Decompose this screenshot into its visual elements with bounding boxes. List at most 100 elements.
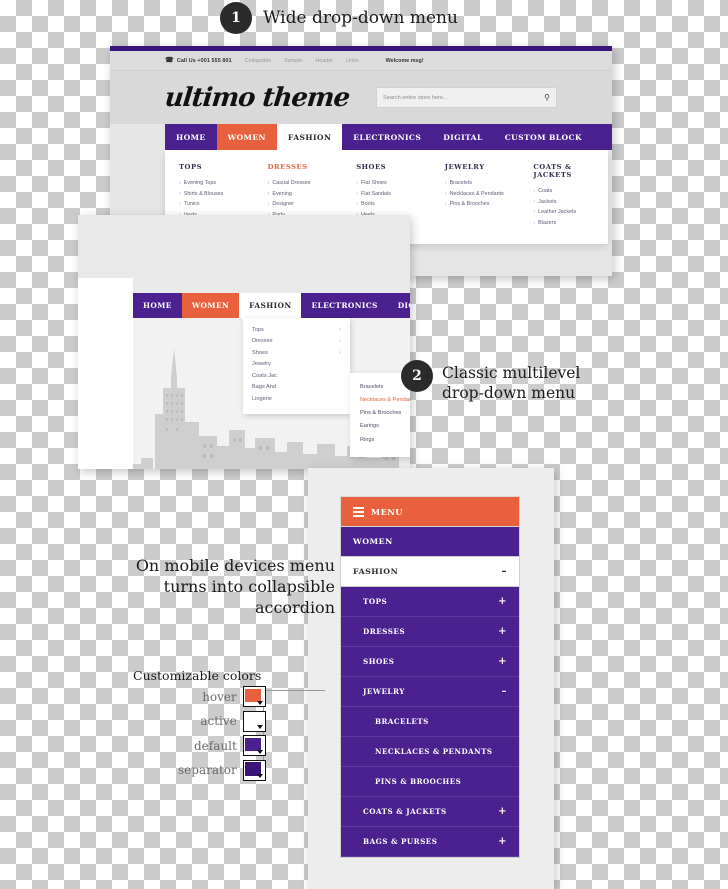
- expand-sign: +: [498, 655, 507, 667]
- submenu-item-earings[interactable]: Earings: [350, 420, 410, 433]
- list-item[interactable]: Leather Jackets: [533, 207, 608, 218]
- telephone-icon: ☎: [165, 57, 174, 64]
- mega-column-title[interactable]: JEWELRY: [445, 163, 520, 171]
- swatch-connector-arm: [263, 690, 325, 691]
- chevron-right-icon: ›: [339, 349, 341, 356]
- menu-item-shoes[interactable]: Shoes ›: [243, 348, 350, 359]
- nav-item-digital[interactable]: DIGITAL: [388, 293, 410, 318]
- list-item[interactable]: Blazers: [533, 218, 608, 229]
- accordion-label: TOPS: [363, 597, 388, 606]
- nav-item-fashion[interactable]: FASHION: [276, 124, 343, 150]
- list-item[interactable]: Designer: [268, 199, 343, 210]
- accordion-item-women[interactable]: WOMEN: [340, 527, 520, 557]
- list-item[interactable]: Flat Sandals: [356, 189, 431, 200]
- mega-column-title[interactable]: COATS & JACKETS: [533, 163, 608, 179]
- expand-sign: +: [498, 835, 507, 847]
- accordion-item-pins-brooches[interactable]: PINS & BROOCHES: [341, 767, 519, 797]
- callout-label-2: Classic multilevel drop-down menu: [442, 364, 581, 402]
- menu-item-jewelry[interactable]: Jewelry: [243, 359, 350, 370]
- accordion-label: FASHION: [353, 567, 399, 576]
- menu-item-label: Coats Jac: [252, 372, 277, 379]
- accordion-label: NECKLACES & PENDANTS: [375, 747, 493, 756]
- nav-item-women[interactable]: WOMEN: [216, 124, 277, 150]
- search-input[interactable]: Search entire store here... ⚲: [376, 87, 557, 108]
- mega-column-jewelry: JEWELRY Bracelets Necklaces & Pendants P…: [431, 163, 520, 228]
- swatch-picker-separator[interactable]: [242, 759, 266, 781]
- menu-item-label: Lingerie: [252, 395, 272, 402]
- topbar-link-sample[interactable]: Sample: [284, 58, 302, 64]
- chevron-right-icon: ›: [339, 338, 341, 345]
- accordion-label: BAGS & PURSES: [363, 837, 438, 846]
- menu-button-content: MENU: [353, 506, 403, 517]
- swatch-label-hover: hover: [202, 689, 237, 704]
- accordion-item-bracelets[interactable]: BRACELETS: [341, 707, 519, 737]
- multilevel-dropdown-screenshot: HOME WOMEN FASHION ELECTRONICS DIGITAL T…: [78, 215, 410, 469]
- accordion-label: SHOES: [363, 657, 395, 666]
- mega-column-title[interactable]: SHOES: [356, 163, 431, 171]
- accordion-item-dresses[interactable]: DRESSES +: [341, 617, 519, 647]
- menu-item-label: Tops: [252, 327, 264, 333]
- menu-item-lingerie[interactable]: Lingerie: [243, 394, 350, 405]
- menu-item-coats-jackets[interactable]: Coats Jac: [243, 371, 350, 382]
- mega-column-title[interactable]: TOPS: [179, 163, 254, 171]
- expand-sign: +: [498, 805, 507, 817]
- mobile-menu-button[interactable]: MENU: [340, 496, 520, 527]
- list-item[interactable]: Boots: [356, 199, 431, 210]
- swatch-picker-hover[interactable]: [242, 686, 266, 707]
- accordion-item-jewelry[interactable]: JEWELRY –: [341, 677, 519, 707]
- list-item[interactable]: Necklaces & Pendants: [445, 189, 520, 200]
- nav-item-home[interactable]: HOME: [165, 124, 217, 150]
- mega-column-title[interactable]: DRESSES: [268, 163, 343, 171]
- list-item[interactable]: Jackets: [533, 197, 608, 208]
- nav-item-fashion[interactable]: FASHION: [239, 293, 302, 318]
- list-item[interactable]: Casual Dresses: [268, 178, 343, 189]
- list-item[interactable]: Evening: [268, 189, 343, 200]
- nav-item-women[interactable]: WOMEN: [181, 293, 240, 318]
- mega-column-list: Bracelets Necklaces & Pendants Pins & Br…: [445, 178, 520, 210]
- menu-item-tops[interactable]: Tops ›: [243, 325, 350, 336]
- accordion-item-coats-jackets[interactable]: COATS & JACKETS +: [341, 797, 519, 827]
- topbar-link-links[interactable]: Links: [346, 58, 359, 64]
- submenu-item-pins-brooches[interactable]: Pins & Brooches: [350, 407, 410, 420]
- nav-item-digital[interactable]: DIGITAL: [432, 124, 493, 150]
- call-us-text: Call Us +001 555 801: [176, 57, 232, 64]
- list-item[interactable]: Pins & Brooches: [445, 199, 520, 210]
- collapse-sign: –: [501, 565, 507, 577]
- list-item[interactable]: Shirts & Blouses: [179, 189, 254, 200]
- swatch-picker-active[interactable]: [242, 710, 266, 732]
- accordion-item-fashion[interactable]: FASHION –: [340, 557, 520, 587]
- search-icon[interactable]: ⚲: [544, 93, 550, 102]
- accordion-item-shoes[interactable]: SHOES +: [341, 647, 519, 677]
- topbar-link-collapsible[interactable]: Collapsible: [245, 58, 271, 64]
- collapse-sign: –: [501, 685, 507, 697]
- list-item[interactable]: Coats: [533, 186, 608, 197]
- callout-badge-2: 2: [401, 360, 433, 392]
- store-topbar: ☎ Call Us +001 555 801 Collapsible Sampl…: [110, 51, 612, 71]
- nav-item-electronics[interactable]: ELECTRONICS: [301, 293, 387, 318]
- nav-item-custom-block[interactable]: CUSTOM BLOCK: [494, 124, 593, 150]
- accordion-item-bags-purses[interactable]: BAGS & PURSES +: [341, 827, 519, 857]
- menu-item-label: Bags And: [252, 384, 276, 391]
- menu-item-dresses[interactable]: Dresses ›: [243, 336, 350, 347]
- chevron-right-icon: ›: [339, 327, 341, 333]
- list-item[interactable]: Bracelets: [445, 178, 520, 189]
- menu-item-bags-purses[interactable]: Bags And: [243, 382, 350, 393]
- list-item[interactable]: Tunics: [179, 199, 254, 210]
- accordion-item-tops[interactable]: TOPS +: [341, 587, 519, 617]
- list-item[interactable]: Evening Tops: [179, 178, 254, 189]
- topbar-link-header[interactable]: Header: [315, 58, 333, 64]
- dropdown-level-1: Tops › Dresses › Shoes › Jewelry Coats J…: [243, 318, 350, 415]
- color-swatch-row: active: [178, 710, 266, 732]
- nav-item-electronics[interactable]: ELECTRONICS: [342, 124, 432, 150]
- accordion-item-necklaces-pendants[interactable]: NECKLACES & PENDANTS: [341, 737, 519, 767]
- store-logo[interactable]: ultimo theme: [163, 83, 350, 113]
- list-item[interactable]: Flat Shoes: [356, 178, 431, 189]
- nav-item-home[interactable]: HOME: [133, 293, 182, 318]
- page-left-gutter: [78, 278, 133, 469]
- submenu-item-necklaces-pendants[interactable]: Necklaces & Pendants: [350, 394, 410, 407]
- submenu-item-bracelets[interactable]: Bracelets: [350, 381, 410, 394]
- submenu-item-rings[interactable]: Rings: [350, 434, 410, 447]
- hamburger-icon: [353, 506, 364, 517]
- expand-sign: +: [498, 595, 507, 607]
- swatch-picker-default[interactable]: [242, 735, 266, 756]
